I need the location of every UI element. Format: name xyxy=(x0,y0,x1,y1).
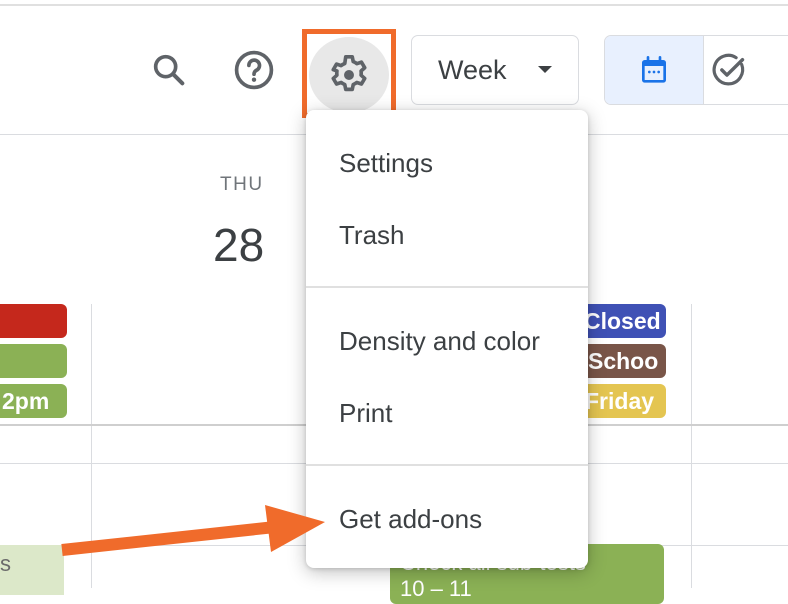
annotation-arrow-icon xyxy=(61,505,325,556)
